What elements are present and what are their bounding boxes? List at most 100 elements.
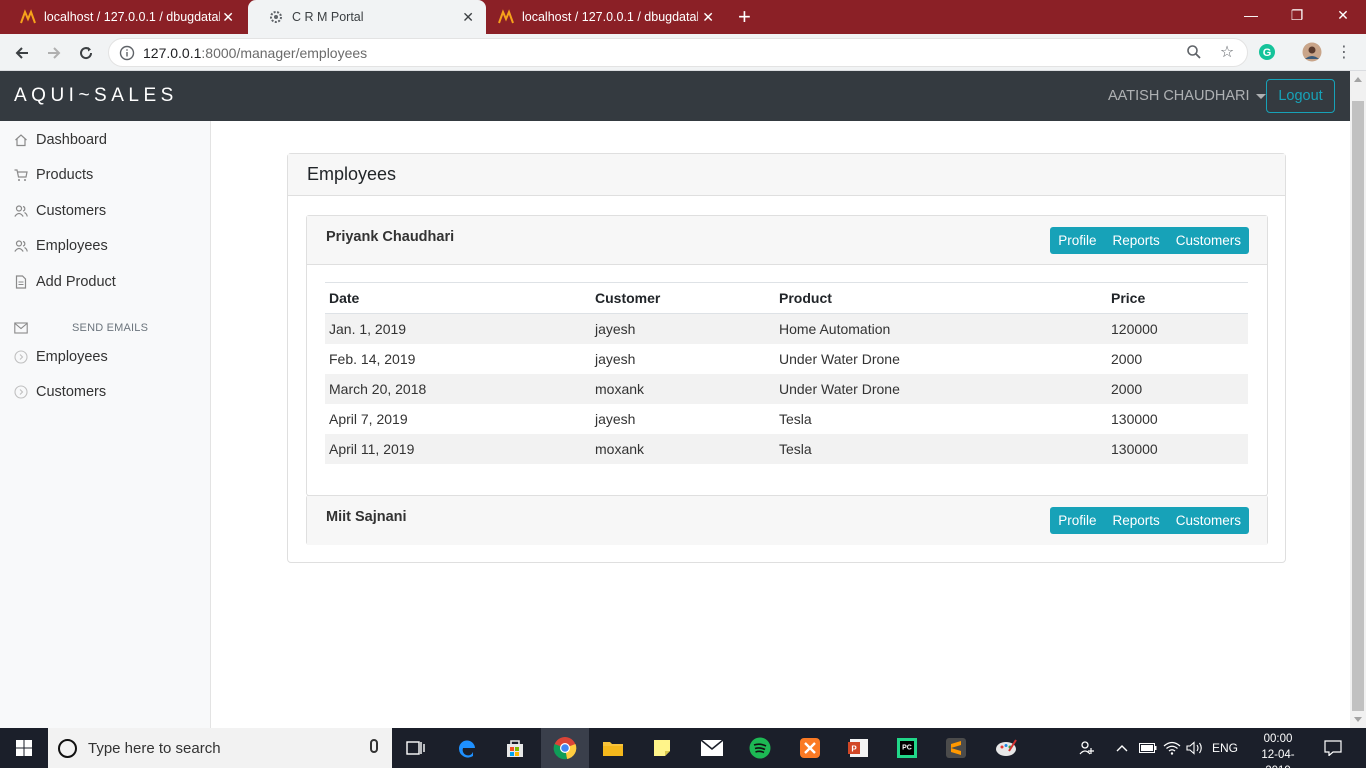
profile-button[interactable]: Profile (1050, 507, 1104, 534)
wifi-icon[interactable] (1163, 728, 1181, 768)
sales-table: Date Customer Product Price Jan. 1, 2019… (325, 282, 1248, 464)
battery-icon[interactable] (1139, 728, 1157, 768)
pycharm-icon[interactable]: PC (883, 728, 931, 768)
sidebar-item-dashboard[interactable]: Dashboard (14, 129, 107, 151)
sidebar-item-products[interactable]: Products (14, 164, 93, 186)
file-explorer-icon[interactable] (589, 728, 637, 768)
taskbar-search[interactable]: Type here to search (48, 728, 392, 768)
logout-button[interactable]: Logout (1266, 79, 1335, 113)
restore-button[interactable]: ❐ (1274, 0, 1320, 30)
sidebar-item-label: Employees (36, 349, 108, 365)
cell-product: Home Automation (775, 313, 1107, 344)
scroll-down-icon[interactable] (1354, 717, 1362, 722)
windows-logo-icon (16, 740, 32, 756)
arrow-left-icon (15, 47, 28, 59)
grammarly-icon[interactable]: G (1255, 40, 1279, 64)
profile-button[interactable]: Profile (1050, 227, 1104, 254)
reload-button[interactable] (73, 40, 99, 66)
back-button[interactable] (9, 40, 35, 66)
sidebar-item-label: Add Product (36, 274, 116, 290)
reports-button[interactable]: Reports (1104, 507, 1167, 534)
cortana-icon (58, 739, 77, 758)
chevron-circle-icon (14, 385, 28, 399)
browser-tab-phpmyadmin-2[interactable]: localhost / 127.0.0.1 / dbugdatab ✕ (478, 0, 726, 34)
phpmyadmin-icon (20, 9, 36, 24)
employee-header: Miit Sajnani Profile Reports Customers (307, 496, 1267, 545)
minimize-button[interactable]: — (1228, 0, 1274, 30)
search-placeholder: Type here to search (88, 739, 221, 757)
browser-tab-phpmyadmin-1[interactable]: localhost / 127.0.0.1 / dbugdatab ✕ (0, 0, 246, 34)
close-icon[interactable]: ✕ (702, 9, 714, 25)
language-indicator[interactable]: ENG (1212, 728, 1238, 768)
cell-product: Tesla (775, 433, 1107, 464)
chrome-icon[interactable] (541, 728, 589, 768)
close-window-button[interactable]: ✕ (1320, 0, 1366, 30)
powerpoint-icon[interactable]: P (834, 728, 882, 768)
store-icon[interactable] (491, 728, 539, 768)
start-button[interactable] (0, 728, 48, 768)
address-bar[interactable]: 127.0.0.1:8000/manager/employees (108, 38, 1248, 67)
browser-tab-crm-portal[interactable]: C R M Portal ✕ (248, 0, 486, 34)
sublime-text-icon[interactable] (932, 728, 980, 768)
edge-icon[interactable] (443, 728, 491, 768)
sidebar-item-add-product[interactable]: Add Product (14, 271, 116, 293)
gear-icon (270, 11, 282, 23)
user-dropdown[interactable]: AATISH CHAUDHARI (1108, 88, 1266, 104)
tab-title: localhost / 127.0.0.1 / dbugdatab (522, 10, 698, 24)
close-icon[interactable]: ✕ (462, 9, 474, 25)
employee-actions: Profile Reports Customers (1050, 507, 1249, 534)
app-navbar: AQUI~SALES AATISH CHAUDHARI Logout (0, 71, 1350, 121)
cell-customer: jayesh (591, 403, 775, 434)
system-clock[interactable]: 00:00 12-04-2019 (1250, 731, 1306, 768)
cell-date: April 7, 2019 (325, 403, 591, 434)
sidebar-item-employees[interactable]: Employees (14, 235, 108, 257)
users-icon (14, 204, 28, 218)
table-row: Feb. 14, 2019 jayesh Under Water Drone 2… (325, 343, 1248, 374)
reports-button[interactable]: Reports (1104, 227, 1167, 254)
users-icon (14, 239, 28, 253)
menu-kebab-icon[interactable]: ⋮ (1332, 40, 1356, 64)
customers-button[interactable]: Customers (1168, 507, 1249, 534)
chevron-circle-icon (14, 350, 28, 364)
sidebar-item-email-customers[interactable]: Customers (14, 381, 106, 403)
cell-price: 130000 (1107, 403, 1248, 434)
employee-card-priyank: Priyank Chaudhari Profile Reports Custom… (306, 215, 1268, 496)
xampp-icon[interactable] (786, 728, 834, 768)
zoom-icon[interactable] (1182, 40, 1206, 64)
file-icon (14, 275, 28, 289)
employee-card-miit: Miit Sajnani Profile Reports Customers (306, 495, 1268, 545)
forward-button[interactable] (41, 40, 67, 66)
volume-icon[interactable] (1186, 728, 1204, 768)
sidebar-item-label: Dashboard (36, 132, 107, 148)
tab-title: localhost / 127.0.0.1 / dbugdatab (44, 10, 220, 24)
sidebar-heading-label: SEND EMAILS (72, 322, 149, 334)
info-icon[interactable] (119, 45, 135, 61)
url-path: :8000/manager/employees (201, 44, 368, 61)
clock-time: 00:00 (1263, 733, 1293, 745)
svg-text:P: P (851, 745, 857, 754)
brand-logo[interactable]: AQUI~SALES (14, 85, 178, 107)
scroll-up-icon[interactable] (1354, 77, 1362, 82)
sticky-notes-icon[interactable] (638, 728, 686, 768)
customers-button[interactable]: Customers (1168, 227, 1249, 254)
paint-icon[interactable] (982, 728, 1030, 768)
profile-avatar-icon[interactable] (1300, 40, 1324, 64)
notifications-icon[interactable] (1324, 728, 1342, 768)
chevron-up-icon[interactable] (1116, 728, 1128, 768)
close-icon[interactable]: ✕ (222, 9, 234, 25)
sidebar: Dashboard Products Customers Employees A… (0, 121, 211, 728)
spotify-icon[interactable] (736, 728, 784, 768)
task-view-icon[interactable] (392, 728, 440, 768)
cell-date: March 20, 2018 (325, 373, 591, 404)
new-tab-button[interactable]: + (738, 6, 751, 28)
mail-icon[interactable] (688, 728, 736, 768)
sidebar-item-label: Employees (36, 238, 108, 254)
people-icon[interactable] (1078, 728, 1096, 768)
sidebar-item-customers[interactable]: Customers (14, 200, 106, 222)
page-scrollbar[interactable] (1350, 71, 1366, 728)
bookmark-star-icon[interactable]: ☆ (1215, 40, 1239, 64)
phpmyadmin-icon (498, 9, 514, 24)
microphone-icon[interactable] (370, 739, 378, 753)
sidebar-item-email-employees[interactable]: Employees (14, 346, 108, 368)
scrollbar-thumb[interactable] (1352, 101, 1364, 711)
